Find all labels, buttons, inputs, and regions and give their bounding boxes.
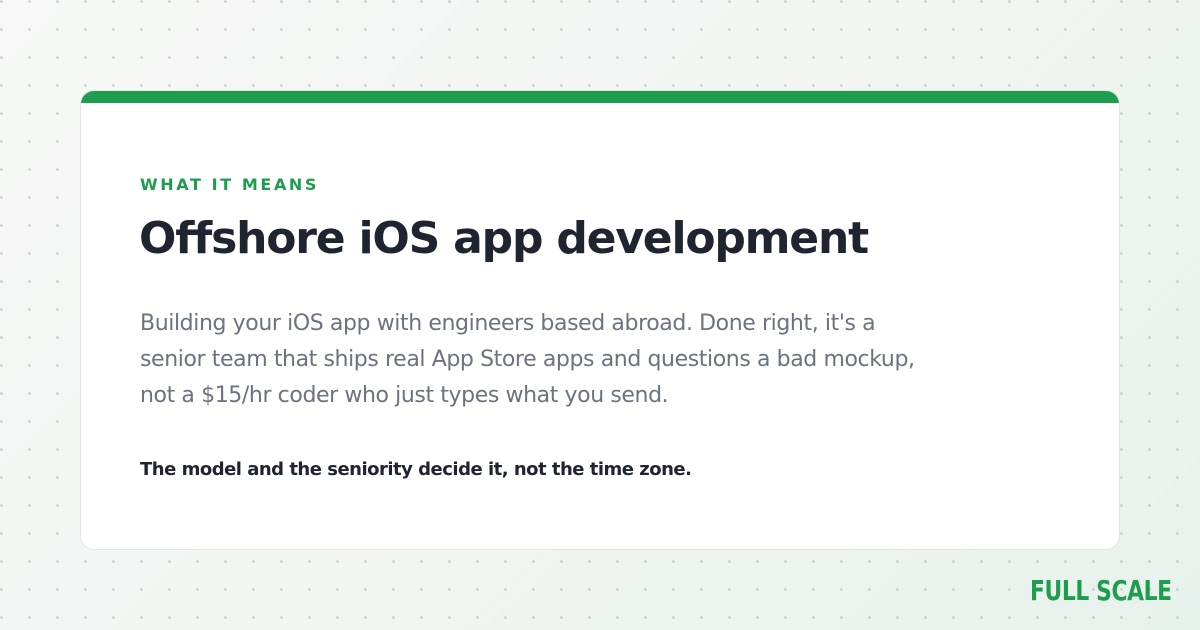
eyebrow-label: WHAT IT MEANS xyxy=(140,175,320,194)
description-text: Building your iOS app with engineers bas… xyxy=(140,311,915,408)
card-accent-bar xyxy=(81,91,1119,103)
content-card: WHAT IT MEANS Offshore iOS app developme… xyxy=(80,90,1120,550)
page-title: Offshore iOS app development xyxy=(139,213,869,264)
brand-logo: FULL SCALE xyxy=(1030,574,1172,607)
footnote-text: The model and the seniority decide it, n… xyxy=(140,459,692,480)
